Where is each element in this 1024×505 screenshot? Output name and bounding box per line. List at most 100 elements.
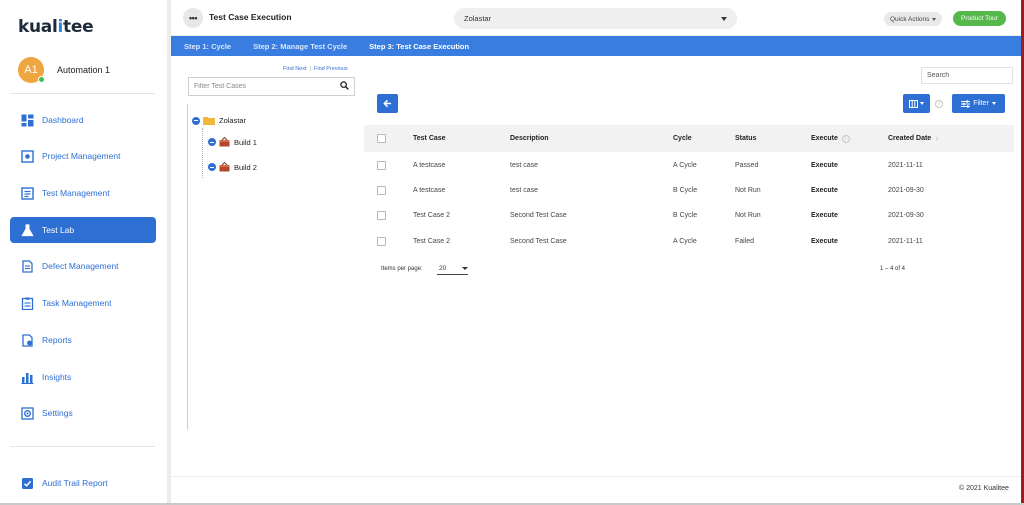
avatar-initials: A1 [24, 64, 38, 76]
sidebar-item-test-management[interactable]: Test Management [10, 180, 156, 206]
filter-test-cases-input[interactable] [194, 83, 334, 90]
row-checkbox[interactable] [377, 203, 386, 228]
user-name: Automation 1 [57, 65, 111, 75]
column-header-description[interactable]: Description [510, 125, 549, 152]
sidebar: kualitee A1 Automation 1 Dashboard Proje… [0, 0, 167, 505]
quick-actions-label: Quick Actions [890, 15, 930, 23]
items-per-page-value: 20 [439, 265, 447, 272]
execute-link[interactable]: Execute [811, 229, 838, 254]
avatar[interactable]: A1 [18, 57, 45, 83]
filter-button[interactable]: Filter [952, 94, 1005, 113]
project-icon [21, 149, 34, 163]
sidebar-item-audit-trail-report[interactable]: Audit Trail Report [10, 470, 156, 496]
row-checkbox[interactable] [377, 178, 386, 203]
find-previous-link[interactable]: Find Previous [314, 66, 348, 72]
items-per-page-select[interactable]: 20 [437, 263, 468, 275]
cell-test-case: Test Case 2 [413, 212, 450, 219]
project-select[interactable]: Zolastar [454, 8, 737, 29]
tree-node-label: Build 2 [234, 162, 257, 172]
top-bar: ••• Test Case Execution Zolastar Quick A… [171, 0, 1024, 36]
build-icon [219, 162, 230, 172]
sidebar-item-label: Task Management [42, 298, 112, 308]
sidebar-item-reports[interactable]: Reports [10, 327, 156, 353]
find-next-link[interactable]: Find Next [283, 66, 307, 72]
checkbox-icon [21, 477, 34, 490]
table-row[interactable]: A testcase test case B Cycle Not Run Exe… [364, 178, 1014, 203]
footer-divider [171, 476, 1024, 477]
search-input[interactable] [927, 72, 1007, 79]
search-box [921, 67, 1013, 84]
more-dots-icon[interactable]: ••• [183, 8, 203, 28]
tree-node-root[interactable]: Zolastar [192, 116, 246, 125]
items-per-page-label: Items per page: [381, 266, 423, 272]
product-tour-button[interactable]: Product Tour [953, 11, 1006, 26]
execute-link[interactable]: Execute [811, 203, 838, 228]
column-header-created-date[interactable]: Created Date ↓ [888, 125, 939, 152]
column-toggle-button[interactable] [903, 94, 930, 113]
kualitee-logo[interactable]: kualitee [18, 17, 94, 37]
folder-icon [203, 117, 215, 125]
column-header-status[interactable]: Status [735, 125, 756, 152]
info-icon[interactable]: i [841, 134, 850, 143]
back-button[interactable] [377, 94, 398, 113]
project-select-value: Zolastar [464, 14, 492, 23]
user-profile[interactable]: A1 Automation 1 [18, 57, 110, 83]
cell-created-date: 2021-09-30 [888, 212, 924, 219]
sidebar-item-task-management[interactable]: Task Management [10, 290, 156, 316]
chevron-down-icon [932, 17, 937, 21]
column-header-test-case[interactable]: Test Case [413, 125, 446, 152]
column-header-label: Execute [811, 135, 838, 142]
online-status-dot [38, 76, 45, 83]
sidebar-item-insights[interactable]: Insights [10, 364, 156, 390]
row-checkbox[interactable] [377, 229, 386, 254]
sidebar-item-settings[interactable]: Settings [10, 400, 156, 426]
sidebar-item-test-lab[interactable]: Test Lab [10, 217, 156, 243]
tree-node-build-1[interactable]: Build 1 [208, 137, 257, 147]
reports-icon [21, 333, 34, 347]
cell-status: Passed [735, 162, 759, 169]
select-all-checkbox[interactable] [377, 125, 386, 152]
cell-cycle: B Cycle [673, 187, 698, 194]
info-icon[interactable]: i [935, 100, 943, 108]
filter-test-cases-box [188, 77, 355, 96]
tree-node-build-2[interactable]: Build 2 [208, 162, 257, 172]
column-header-cycle[interactable]: Cycle [673, 125, 692, 152]
sidebar-divider [10, 93, 155, 94]
cell-test-case: A testcase [413, 162, 446, 169]
quick-actions-button[interactable]: Quick Actions [884, 12, 943, 26]
search-icon[interactable] [340, 81, 349, 92]
tree-connector [202, 128, 203, 178]
sidebar-item-dashboard[interactable]: Dashboard [10, 107, 156, 133]
insights-icon [21, 371, 34, 384]
column-header-execute[interactable]: Execute i [811, 125, 850, 152]
table-row[interactable]: A testcase test case A Cycle Passed Exec… [364, 153, 1014, 178]
sidebar-item-label: Reports [42, 335, 72, 345]
row-checkbox[interactable] [377, 153, 386, 178]
execute-link[interactable]: Execute [811, 153, 838, 178]
find-links: Find Next | Find Previous [283, 66, 348, 72]
sidebar-item-defect-management[interactable]: Defect Management [10, 253, 156, 279]
task-icon [21, 297, 34, 310]
columns-icon [909, 99, 918, 108]
step-test-case-execution-tab[interactable]: Step 3: Test Case Execution [369, 42, 469, 51]
step-cycle-tab[interactable]: Step 1: Cycle [184, 42, 231, 51]
sidebar-item-label: Test Lab [42, 225, 75, 235]
sidebar-item-label: Test Management [42, 188, 110, 198]
table-row[interactable]: Test Case 2 Second Test Case A Cycle Fai… [364, 229, 1014, 254]
cell-description: test case [510, 162, 539, 169]
sidebar-item-project-management[interactable]: Project Management [10, 143, 156, 169]
collapse-icon[interactable] [192, 116, 200, 125]
copyright-text: © 2021 Kualitee [959, 485, 1009, 492]
sidebar-item-label: Insights [42, 372, 72, 382]
sidebar-item-label: Audit Trail Report [42, 478, 108, 488]
step-manage-test-cycle-tab[interactable]: Step 2: Manage Test Cycle [253, 42, 347, 51]
defect-icon [21, 259, 34, 273]
collapse-icon[interactable] [208, 138, 216, 146]
table-row[interactable]: Test Case 2 Second Test Case B Cycle Not… [364, 203, 1014, 228]
collapse-icon[interactable] [208, 163, 216, 171]
link-separator: | [309, 66, 311, 72]
sort-arrow-icon[interactable]: ↓ [935, 135, 939, 142]
sidebar-scrollbar[interactable] [167, 0, 171, 505]
settings-icon [21, 406, 34, 420]
execute-link[interactable]: Execute [811, 178, 838, 203]
